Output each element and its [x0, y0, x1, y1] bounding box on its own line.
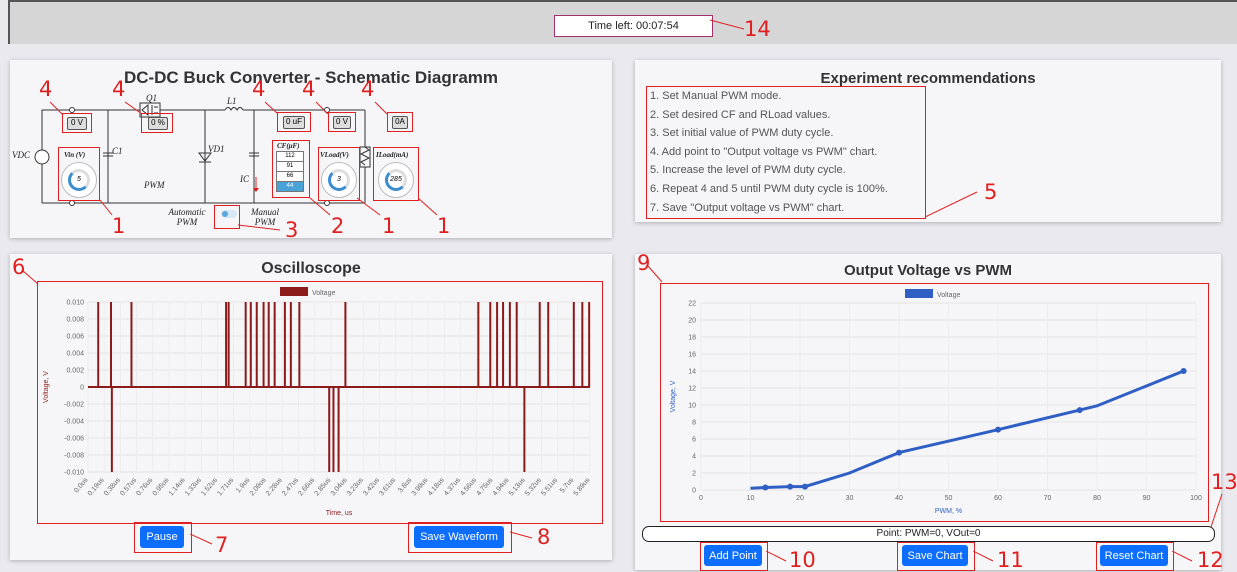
y-axis-title: Voltage, V [43, 371, 50, 403]
y-tick-label: 10 [688, 403, 696, 410]
x-tick-label: 5.51us [540, 476, 559, 497]
y-tick-label: 8 [692, 420, 696, 427]
save-chart-highlight [897, 542, 975, 571]
annotation-8: 8 [537, 525, 551, 549]
annotation-arrow-12 [1172, 551, 1193, 562]
data-point [995, 426, 1001, 433]
y-tick-label: 18 [688, 335, 696, 342]
y-tick-label: 14 [688, 369, 696, 376]
y-tick-label: 2 [692, 471, 696, 478]
x-axis-title: PWM, % [935, 508, 962, 515]
y-tick-label: 4 [692, 454, 696, 461]
x-tick-label: 3.61us [378, 476, 397, 497]
annotation-arrow-7 [190, 534, 213, 545]
annotation-4d: 4 [302, 77, 316, 101]
annotation-4a: 4 [39, 77, 53, 101]
x-tick-label: 60 [994, 495, 1002, 502]
y-tick-label: 0.008 [66, 317, 84, 324]
y-tick-label: 12 [688, 386, 696, 393]
voltage-vs-pwm-title: Output Voltage vs PWM [843, 262, 1013, 279]
y-tick-label: 0.010 [66, 300, 84, 307]
recommendation-item: 5. Increase the level of PWM duty cycle. [650, 164, 846, 177]
annotation-2: 2 [331, 214, 345, 238]
annotation-arrow-10 [766, 551, 787, 562]
annotation-10: 10 [789, 548, 816, 572]
x-tick-label: 0 [699, 495, 703, 502]
recommendation-item: 4. Add point to "Output voltage vs PWM" … [650, 145, 878, 158]
recommendation-item: 1. Set Manual PWM mode. [650, 90, 782, 102]
y-tick-label: 6 [692, 437, 696, 444]
recommendations-title: Experiment recommendations [820, 70, 1036, 87]
x-axis-title: Time, us [326, 510, 353, 517]
save-waveform-highlight [408, 522, 512, 553]
y-tick-label: 0.002 [66, 368, 84, 375]
recommendation-item: 3. Set initial value of PWM duty cycle. [650, 127, 834, 140]
reset-chart-highlight [1096, 542, 1174, 571]
y-tick-label: -0.008 [64, 453, 84, 460]
data-point [1180, 368, 1187, 374]
y-tick-label: -0.004 [64, 419, 84, 426]
data-point [1076, 407, 1083, 414]
annotation-1a: 1 [112, 214, 126, 238]
x-tick-label: 50 [945, 495, 953, 502]
recommendation-item: 6. Repeat 4 and 5 until PWM duty cycle i… [650, 182, 888, 195]
data-point [896, 449, 902, 456]
x-tick-label: 90 [1143, 495, 1151, 502]
recommendation-item: 7. Save "Output voltage vs PWM" chart. [650, 201, 845, 214]
y-tick-label: 0.004 [66, 351, 84, 358]
x-tick-label: 10 [747, 495, 755, 502]
oscilloscope-title: Oscilloscope [261, 260, 361, 277]
legend-label: Voltage [312, 290, 335, 297]
x-tick-label: 100 [1190, 495, 1202, 502]
annotation-11: 11 [997, 548, 1024, 572]
y-tick-label: 0.006 [66, 334, 84, 341]
x-tick-label: 40 [895, 495, 903, 502]
annotation-7: 7 [215, 533, 229, 557]
recommendation-item: 2. Set desired CF and RLoad values. [650, 108, 831, 121]
series-line [750, 369, 1185, 490]
x-tick-label: 70 [1044, 495, 1052, 502]
y-tick-label: -0.002 [64, 402, 84, 409]
y-tick-label: 0 [80, 385, 84, 392]
x-tick-label: 5.89us [573, 476, 592, 497]
recommendations-list: 1. Set Manual PWM mode. 2. Set desired CF… [646, 86, 926, 219]
x-tick-label: 30 [846, 495, 854, 502]
annotation-5: 5 [984, 180, 998, 204]
data-point [787, 483, 794, 490]
y-tick-label: 22 [688, 301, 696, 308]
y-tick-label: 20 [688, 318, 696, 325]
annotation-12: 12 [1197, 548, 1224, 572]
annotation-arrow-5 [925, 191, 978, 218]
data-point [801, 483, 808, 490]
pause-button-highlight [134, 522, 192, 553]
annotation-arrow-8 [510, 531, 533, 539]
annotation-1b: 1 [382, 214, 396, 238]
x-tick-label: 80 [1093, 495, 1101, 502]
y-tick-label: 16 [688, 352, 696, 359]
annotation-3: 3 [285, 218, 299, 242]
y-tick-label: -0.010 [64, 470, 84, 477]
annotation-14: 14 [744, 17, 771, 41]
y-axis-title: Voltage, V [670, 380, 677, 412]
y-tick-label: -0.006 [64, 436, 84, 443]
annotation-1c: 1 [437, 214, 451, 238]
point-readout: Point: PWM=0, VOut=0 [642, 526, 1215, 542]
legend-swatch [280, 287, 308, 296]
data-point [762, 484, 769, 491]
annotation-13: 13 [1211, 470, 1237, 494]
y-tick-label: 0 [692, 488, 696, 495]
voltage-vs-pwm-chart: Voltage 0 2 4 6 8 10 12 14 16 18 20 22 0 10 20 30 40 50 60 7… [670, 289, 1202, 515]
oscilloscope-chart: Voltage 0.010 0.008 0.006 0.004 0.002 0 -0.002 -… [43, 287, 592, 517]
legend-label: Voltage [937, 292, 960, 299]
time-left-label: Time left: 00:07:54 [554, 15, 713, 37]
x-tick-label: 20 [796, 495, 804, 502]
annotation-arrow-11 [973, 551, 994, 562]
annotation-arrow-13 [1210, 494, 1223, 528]
add-point-highlight [700, 542, 768, 571]
legend-swatch [905, 289, 933, 298]
annotation-4c: 4 [252, 77, 266, 101]
annotation-4e: 4 [361, 77, 375, 101]
annotation-4b: 4 [112, 77, 126, 101]
x-tick-label: 1.71us [216, 476, 235, 497]
